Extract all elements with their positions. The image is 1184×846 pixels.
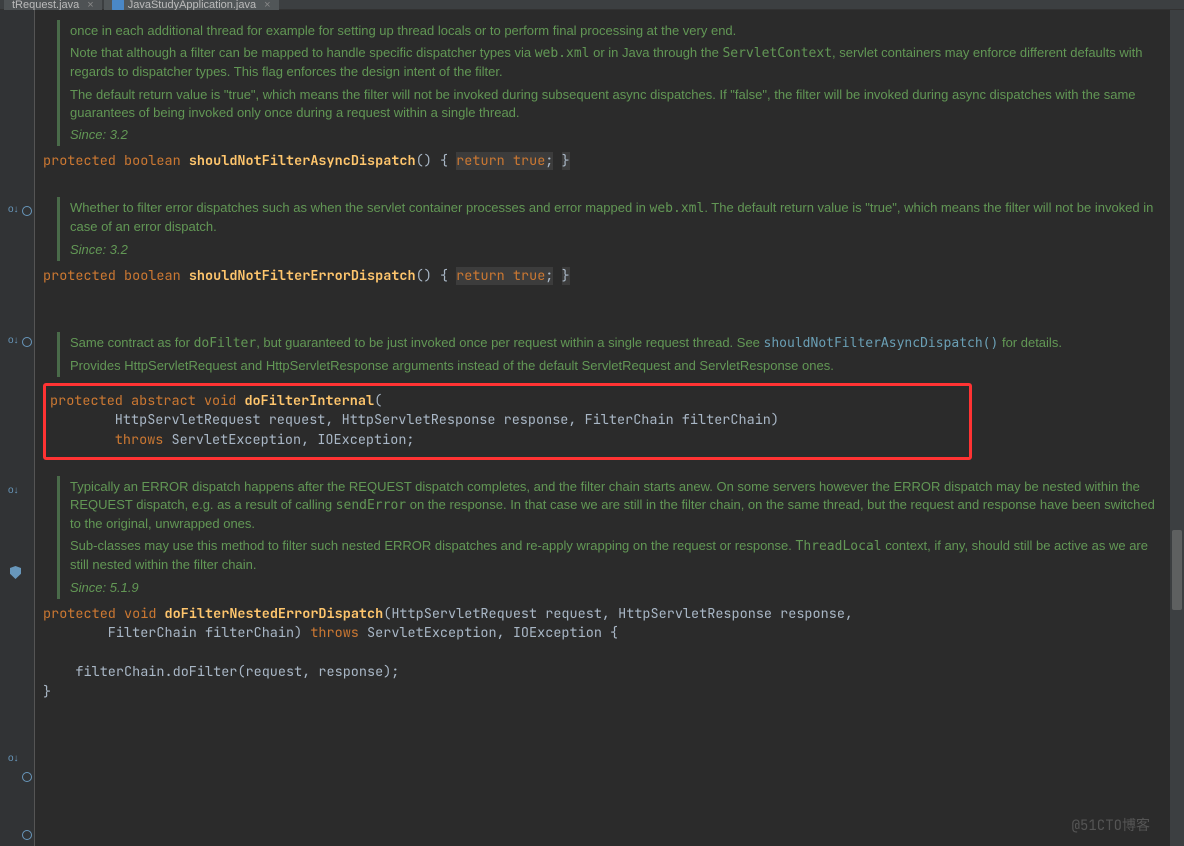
override-icon[interactable]: o↓ (8, 204, 19, 215)
override-icon[interactable]: o↓ (8, 335, 19, 346)
override-icon[interactable]: o↓ (8, 485, 19, 496)
javadoc-block: once in each additional thread for examp… (57, 20, 1162, 146)
doc-text: Same contract as for doFilter, but guara… (70, 334, 1162, 353)
doc-text: once in each additional thread for examp… (70, 22, 1162, 40)
editor-tabs: tRequest.java × JavaStudyApplication.jav… (0, 0, 1184, 10)
method-signature: protected boolean shouldNotFilterAsyncDi… (43, 152, 1162, 172)
override-icon[interactable]: o↓ (8, 753, 19, 764)
java-icon (112, 0, 124, 11)
highlighted-method: protected abstract void doFilterInternal… (43, 383, 972, 460)
collapse-icon[interactable] (22, 830, 32, 840)
method-throws: throws ServletException, IOException; (50, 431, 965, 451)
doc-since: Since: 3.2 (70, 126, 1162, 144)
tab-label: JavaStudyApplication.java (128, 0, 256, 11)
doc-text: Typically an ERROR dispatch happens afte… (70, 478, 1162, 534)
doc-text: The default return value is "true", whic… (70, 86, 1162, 122)
doc-since: Since: 5.1.9 (70, 579, 1162, 597)
method-signature: protected boolean shouldNotFilterErrorDi… (43, 267, 1162, 287)
close-icon[interactable]: × (87, 0, 93, 11)
doc-since: Since: 3.2 (70, 241, 1162, 259)
javadoc-block: Same contract as for doFilter, but guara… (57, 332, 1162, 377)
method-close: } (43, 683, 1162, 703)
doc-text: Note that although a filter can be mappe… (70, 44, 1162, 81)
javadoc-block: Typically an ERROR dispatch happens afte… (57, 476, 1162, 599)
method-signature: protected abstract void doFilterInternal… (50, 392, 965, 412)
code-editor[interactable]: once in each additional thread for examp… (35, 10, 1170, 846)
expand-icon[interactable] (22, 337, 32, 347)
method-signature: protected void doFilterNestedErrorDispat… (43, 605, 1162, 625)
doc-text: Whether to filter error dispatches such … (70, 199, 1162, 236)
expand-icon[interactable] (22, 206, 32, 216)
vertical-scrollbar[interactable] (1170, 10, 1184, 846)
javadoc-block: Whether to filter error dispatches such … (57, 197, 1162, 261)
close-icon[interactable]: × (264, 0, 270, 11)
method-params: HttpServletRequest request, HttpServletR… (50, 411, 965, 431)
watermark: @51CTO博客 (1072, 816, 1150, 836)
expand-icon[interactable] (22, 772, 32, 782)
method-params: FilterChain filterChain) throws ServletE… (43, 624, 1162, 644)
editor-main: o↓ o↓ o↓ o↓ once in each additional thre… (0, 10, 1184, 846)
code-blank (43, 644, 1162, 664)
gutter[interactable]: o↓ o↓ o↓ o↓ (0, 10, 35, 846)
tab-label: tRequest.java (12, 0, 79, 11)
scroll-thumb[interactable] (1172, 530, 1182, 610)
doc-text: Sub-classes may use this method to filte… (70, 537, 1162, 574)
doc-text: Provides HttpServletRequest and HttpServ… (70, 357, 1162, 375)
method-body: filterChain.doFilter(request, response); (43, 663, 1162, 683)
shield-icon (10, 566, 21, 579)
